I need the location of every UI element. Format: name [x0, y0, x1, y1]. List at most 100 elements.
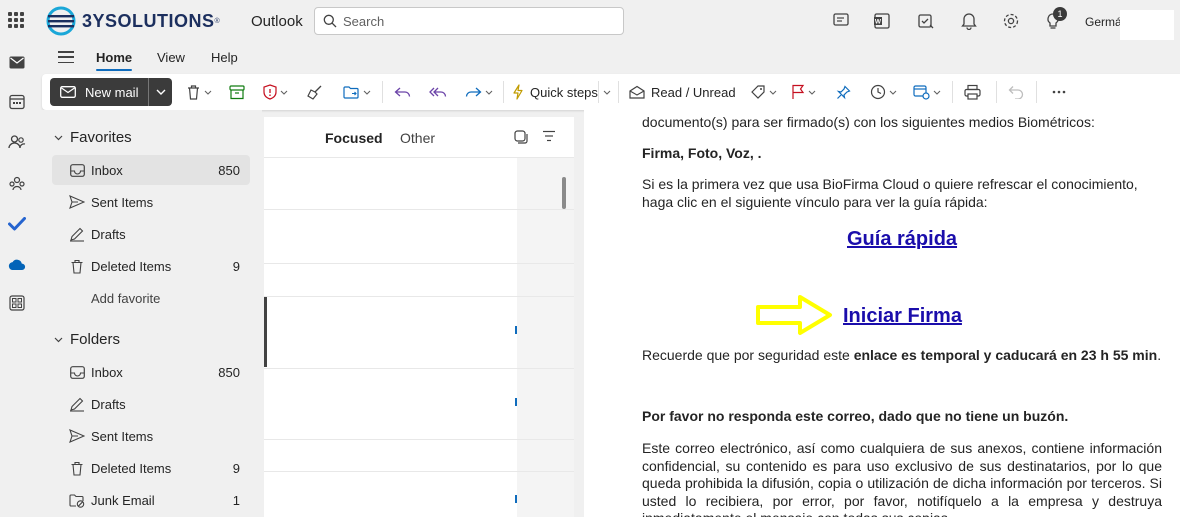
undo-button[interactable] [1008, 82, 1024, 102]
tab-help[interactable]: Help [211, 50, 238, 65]
toolbar-divider [503, 81, 504, 103]
chevron-down-icon [156, 89, 165, 95]
chevron-down-icon [54, 337, 63, 342]
archive-button[interactable] [229, 82, 245, 102]
print-button[interactable] [964, 82, 981, 102]
delete-button[interactable] [186, 82, 212, 102]
text-fragment-bold: enlace es temporal y caducará en 23 h 55… [853, 347, 1158, 363]
folder-drafts[interactable]: Drafts [52, 389, 250, 419]
chevron-down-icon [769, 90, 777, 95]
pencil-icon [69, 226, 85, 242]
tab-other[interactable]: Other [400, 130, 435, 146]
select-mode-icon[interactable] [514, 130, 528, 147]
new-mail-button[interactable]: New mail [50, 78, 148, 106]
logo-mark-icon [46, 6, 76, 36]
add-favorite-link[interactable]: Add favorite [52, 283, 250, 313]
more-options-button[interactable] [1052, 82, 1066, 102]
tab-home[interactable]: Home [96, 50, 133, 71]
chevron-down-icon [363, 90, 371, 95]
body-paragraph: Por favor no responda este correo, dado … [642, 408, 1069, 424]
chevron-down-icon [889, 90, 897, 95]
unread-marker [515, 398, 517, 406]
snooze-button[interactable] [870, 82, 897, 102]
folder-sent-items[interactable]: Sent Items [52, 421, 250, 451]
trash-icon [69, 258, 85, 274]
tab-view[interactable]: View [157, 50, 185, 65]
body-paragraph: documento(s) para ser firmado(s) con los… [642, 114, 1095, 130]
flag-icon [792, 84, 805, 99]
hamburger-menu-icon[interactable] [58, 51, 74, 63]
todo-check-icon[interactable] [7, 214, 27, 234]
favorite-deleted-items[interactable]: Deleted Items 9 [52, 251, 250, 281]
broom-icon [307, 85, 322, 100]
unread-count: 9 [232, 460, 240, 476]
reading-pane: documento(s) para ser firmado(s) con los… [584, 110, 1180, 517]
app-rail [0, 42, 34, 517]
reply-all-button[interactable] [429, 82, 447, 102]
bell-icon[interactable] [959, 11, 979, 31]
toolbar-divider [382, 81, 383, 103]
new-mail-dropdown[interactable] [148, 78, 172, 106]
notification-badge: 1 [1053, 7, 1067, 21]
message-list-scrollbar[interactable] [562, 177, 566, 209]
categorize-button[interactable] [750, 82, 777, 102]
sweep-button[interactable] [307, 82, 323, 102]
reply-icon [394, 87, 411, 97]
move-to-button[interactable] [343, 82, 371, 102]
message-list-preview-edge [517, 157, 574, 517]
people-icon[interactable] [7, 132, 27, 152]
search-input[interactable]: Search [343, 14, 384, 29]
report-button[interactable] [263, 82, 288, 102]
rules-button[interactable] [913, 82, 941, 102]
gear-icon[interactable] [1001, 11, 1021, 31]
top-bar: 3YSOLUTIONS ® Outlook Search W 1 Germá [0, 0, 1180, 42]
send-icon [69, 194, 85, 210]
folder-junk-email[interactable]: Junk Email 1 [52, 485, 250, 515]
folder-inbox[interactable]: Inbox 850 [52, 357, 250, 387]
chevron-down-icon [485, 90, 493, 95]
archive-icon [229, 84, 245, 99]
forward-button[interactable] [465, 82, 493, 102]
read-unread-button[interactable]: Read / Unread [629, 82, 736, 102]
onedrive-cloud-icon[interactable] [7, 255, 27, 275]
reply-button[interactable] [394, 82, 411, 102]
read-unread-label: Read / Unread [651, 84, 736, 100]
teams-chat-icon[interactable] [832, 11, 852, 31]
my-day-icon[interactable] [916, 11, 936, 31]
favorites-section-header[interactable]: Favorites [54, 129, 132, 146]
message-list-body[interactable] [264, 117, 517, 517]
word-icon[interactable]: W [872, 11, 892, 31]
calendar-icon[interactable] [7, 92, 27, 112]
mail-icon[interactable] [7, 52, 27, 72]
favorites-label: Favorites [70, 129, 132, 146]
favorite-sent-items[interactable]: Sent Items [52, 187, 250, 217]
guide-link[interactable]: Guía rápida [847, 228, 957, 251]
chevron-down-icon [808, 90, 816, 95]
tab-focused[interactable]: Focused [325, 130, 383, 146]
search-box[interactable]: Search [314, 7, 624, 35]
favorite-drafts[interactable]: Drafts [52, 219, 250, 249]
filter-icon[interactable] [542, 130, 556, 145]
quick-steps-button[interactable]: Quick steps [512, 82, 598, 102]
text-fragment: . [1157, 347, 1162, 363]
toolbar-divider [618, 81, 619, 103]
app-name[interactable]: Outlook [251, 13, 303, 30]
company-logo: 3YSOLUTIONS ® [46, 6, 220, 36]
quick-steps-dropdown[interactable] [603, 82, 611, 102]
pin-button[interactable] [836, 82, 851, 102]
quick-steps-label: Quick steps [530, 84, 598, 100]
folders-section-header[interactable]: Folders [54, 331, 120, 348]
app-launcher-icon[interactable] [8, 12, 24, 28]
more-apps-icon[interactable] [7, 293, 27, 313]
avatar[interactable] [1120, 10, 1174, 40]
envelope-open-icon [629, 85, 645, 99]
groups-icon[interactable] [7, 173, 27, 193]
row-divider [264, 439, 574, 440]
undo-icon [1008, 86, 1024, 99]
row-divider [264, 471, 574, 472]
folder-deleted-items[interactable]: Deleted Items 9 [52, 453, 250, 483]
flag-button[interactable] [791, 82, 816, 102]
start-signature-link[interactable]: Iniciar Firma [843, 305, 962, 328]
user-name[interactable]: Germá [1085, 15, 1122, 29]
favorite-inbox[interactable]: Inbox 850 [52, 155, 250, 185]
